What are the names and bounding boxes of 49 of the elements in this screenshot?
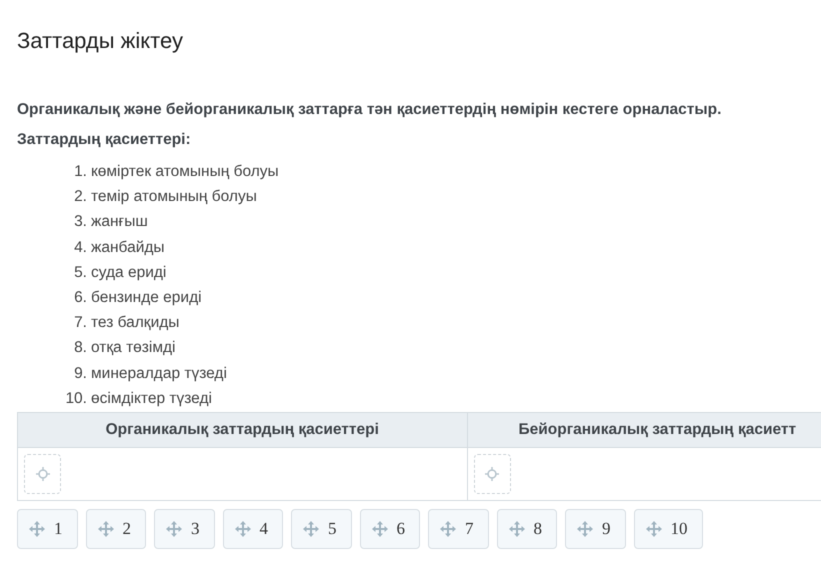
move-icon: [372, 520, 388, 537]
drag-chip[interactable]: 1: [17, 508, 78, 549]
drag-chip[interactable]: 6: [360, 508, 420, 549]
drop-zone[interactable]: [24, 454, 61, 494]
move-icon: [234, 520, 250, 537]
move-icon: [508, 520, 524, 537]
crosshair-icon: [485, 466, 499, 481]
crosshair-icon: [36, 466, 50, 481]
property-item: жанғыш: [91, 212, 148, 232]
property-item: отқа төзімді: [91, 338, 176, 358]
list-number: 2.: [73, 187, 87, 208]
page-title: Заттарды жіктеу: [17, 28, 184, 54]
property-item: суда ериді: [91, 262, 166, 283]
move-icon: [440, 520, 456, 537]
list-number: 8.: [73, 338, 87, 358]
list-number: 7.: [73, 313, 87, 334]
list-number: 9.: [73, 364, 87, 384]
property-item: минералдар түзеді: [91, 364, 227, 384]
property-item: өсімдіктер түзеді: [91, 388, 212, 409]
instruction-text: Органикалық және бейорганикалық заттарға тән қасиеттердің нөмірін кестеге орналастыр.: [17, 100, 722, 120]
drop-zone[interactable]: [474, 454, 510, 494]
move-icon: [646, 520, 662, 537]
properties-heading: Заттардың қасиеттері:: [17, 130, 192, 150]
drag-chip[interactable]: 5: [291, 508, 352, 549]
move-icon: [98, 520, 114, 537]
move-icon: [166, 520, 182, 537]
list-number: 1.: [73, 162, 87, 182]
drag-chip[interactable]: 4: [222, 508, 283, 549]
property-item: жанбайды: [91, 238, 165, 258]
list-number: 3.: [73, 212, 87, 232]
list-number: 4.: [73, 238, 87, 258]
drag-chip[interactable]: 7: [428, 508, 488, 549]
move-icon: [577, 520, 593, 537]
property-item: тез балқиды: [91, 313, 180, 334]
move-icon: [29, 520, 45, 537]
list-number: 5.: [73, 262, 87, 283]
drag-chip[interactable]: 10: [634, 508, 702, 549]
drag-chip[interactable]: 9: [565, 508, 626, 549]
move-icon: [303, 520, 319, 537]
property-item: көміртек атомының болуы: [91, 162, 279, 182]
list-number: 10.: [64, 388, 87, 409]
drag-chip[interactable]: 8: [496, 508, 557, 549]
drag-chip[interactable]: 2: [86, 508, 146, 549]
drag-chip[interactable]: 3: [154, 508, 214, 549]
list-number: 6.: [73, 288, 87, 308]
column-header: Бейорганикалық заттардың қасиетт: [467, 412, 821, 448]
property-item: бензинде ериді: [91, 288, 202, 308]
property-item: темір атомының болуы: [91, 187, 257, 208]
column-header: Органикалық заттардың қасиеттері: [18, 412, 467, 448]
